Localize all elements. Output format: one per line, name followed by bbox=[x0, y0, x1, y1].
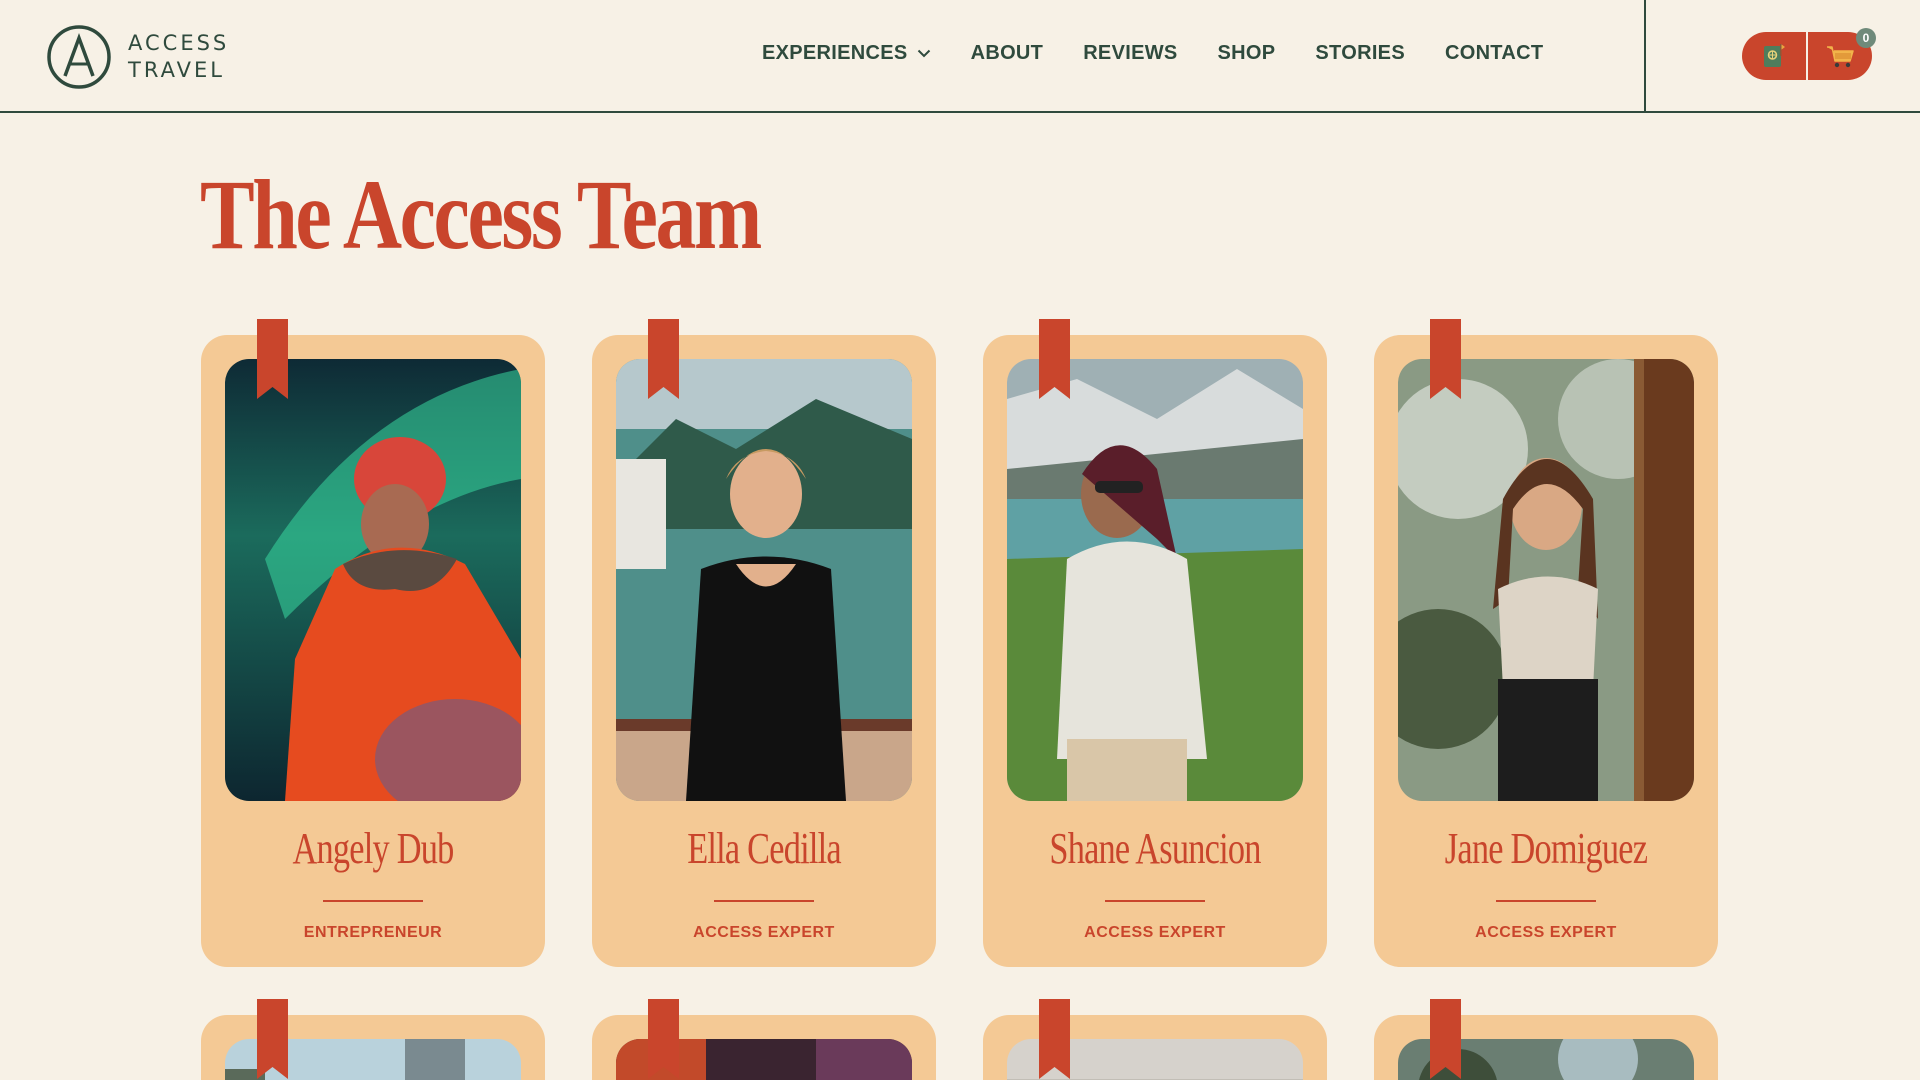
bookmark-ribbon-icon bbox=[648, 319, 679, 399]
cart-count-badge: 0 bbox=[1856, 28, 1876, 48]
passport-button[interactable] bbox=[1742, 32, 1806, 80]
logo-line-2: TRAVEL bbox=[128, 58, 225, 82]
team-member-role: ENTREPRENEUR bbox=[303, 924, 443, 941]
team-member-photo bbox=[1398, 359, 1694, 801]
name-divider bbox=[323, 900, 423, 902]
name-divider bbox=[714, 900, 814, 902]
nav-shop[interactable]: SHOP bbox=[1218, 42, 1276, 65]
main-nav: EXPERIENCES ABOUT REVIEWS SHOP STORIES C… bbox=[762, 42, 1583, 65]
bookmark-ribbon-icon bbox=[1039, 319, 1070, 399]
team-card[interactable]: Jane Domiguez ACCESS EXPERT bbox=[1374, 319, 1718, 967]
team-card[interactable]: Ella Cedilla ACCESS EXPERT bbox=[592, 319, 936, 967]
name-divider bbox=[1496, 900, 1596, 902]
bookmark-ribbon-icon bbox=[257, 999, 288, 1079]
team-member-name: Angely Dub bbox=[292, 824, 455, 873]
logo-wordmark: ACCESS TRAVEL bbox=[128, 30, 229, 84]
team-card[interactable] bbox=[1374, 999, 1718, 1080]
team-member-photo bbox=[1007, 359, 1303, 801]
nav-reviews[interactable]: REVIEWS bbox=[1083, 42, 1177, 65]
bookmark-ribbon-icon bbox=[1430, 999, 1461, 1079]
team-card[interactable]: Shane Asuncion ACCESS EXPERT bbox=[983, 319, 1327, 967]
bookmark-ribbon-icon bbox=[1039, 999, 1070, 1079]
page-title: The Access Team bbox=[200, 159, 762, 270]
cart-icon bbox=[1827, 46, 1854, 68]
nav-contact[interactable]: CONTACT bbox=[1445, 42, 1543, 65]
team-member-name: Shane Asuncion bbox=[1049, 824, 1261, 873]
chevron-down-icon bbox=[917, 49, 930, 58]
team-member-name: Jane Domiguez bbox=[1444, 824, 1648, 873]
compass-a-logo-icon bbox=[47, 25, 111, 89]
team-card[interactable]: Angely Dub ENTREPRENEUR bbox=[201, 319, 545, 967]
team-member-photo bbox=[225, 359, 521, 801]
name-divider bbox=[1105, 900, 1205, 902]
nav-experiences[interactable]: EXPERIENCES bbox=[762, 42, 931, 65]
team-member-name: Ella Cedilla bbox=[687, 824, 841, 873]
site-header: ACCESS TRAVEL EXPERIENCES ABOUT REVIEWS … bbox=[0, 0, 1920, 113]
team-member-role: ACCESS EXPERT bbox=[1475, 924, 1617, 941]
nav-stories[interactable]: STORIES bbox=[1315, 42, 1405, 65]
header-divider bbox=[1644, 0, 1646, 113]
nav-about[interactable]: ABOUT bbox=[971, 42, 1044, 65]
team-member-photo bbox=[616, 359, 912, 801]
nav-experiences-label: EXPERIENCES bbox=[762, 42, 908, 64]
logo-line-1: ACCESS bbox=[128, 31, 230, 55]
team-card[interactable] bbox=[592, 999, 936, 1080]
passport-icon bbox=[1764, 44, 1785, 67]
team-card[interactable] bbox=[983, 999, 1327, 1080]
team-member-role: ACCESS EXPERT bbox=[1084, 924, 1226, 941]
team-card[interactable] bbox=[201, 999, 545, 1080]
team-member-role: ACCESS EXPERT bbox=[693, 924, 835, 941]
bookmark-ribbon-icon bbox=[648, 999, 679, 1079]
site-logo[interactable]: ACCESS TRAVEL bbox=[46, 23, 246, 91]
bookmark-ribbon-icon bbox=[257, 319, 288, 399]
bookmark-ribbon-icon bbox=[1430, 319, 1461, 399]
